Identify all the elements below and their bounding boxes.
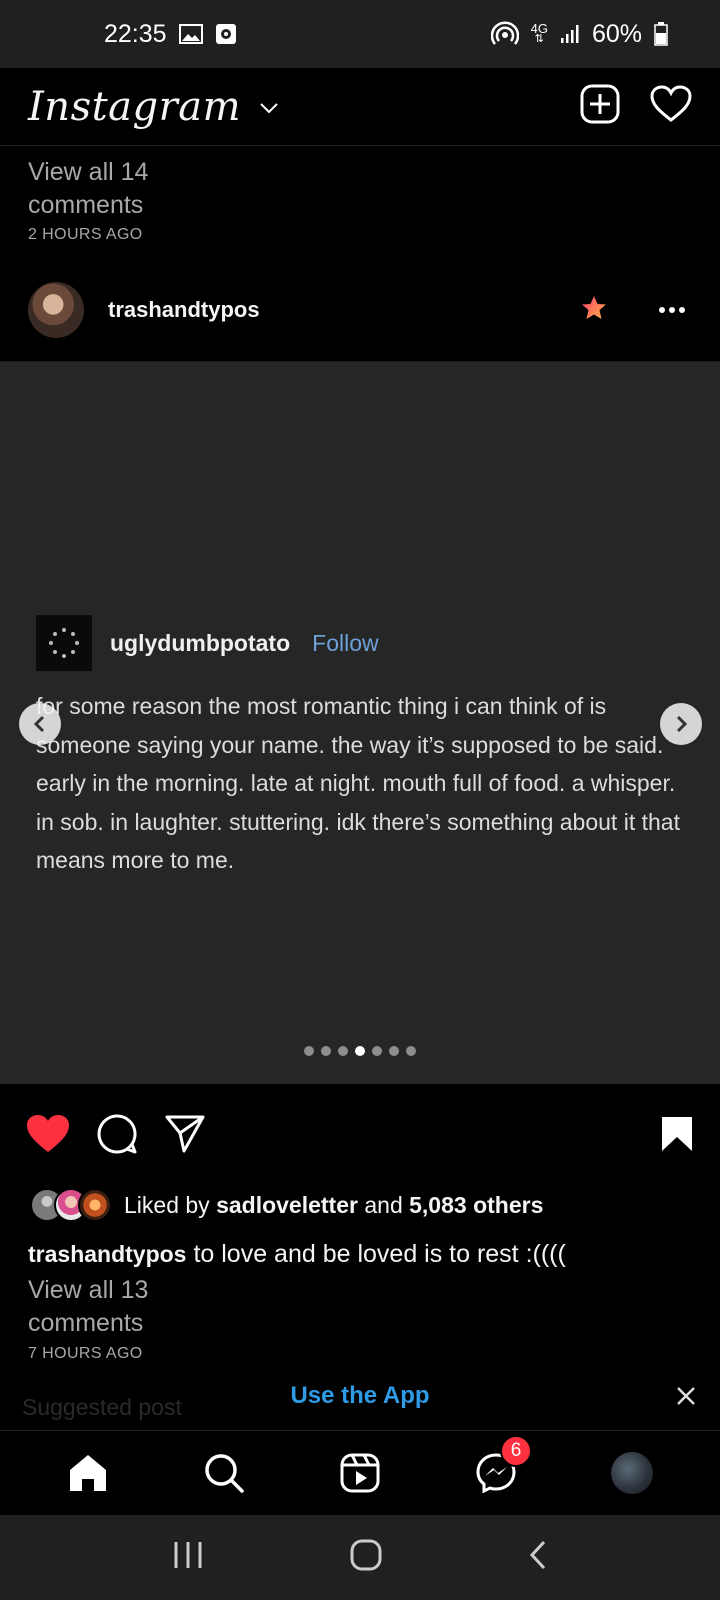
hotspot-icon	[490, 21, 519, 47]
recent-apps-icon[interactable]	[172, 1540, 204, 1575]
caption-text: to love and be loved is to rest :((((	[193, 1240, 566, 1268]
carousel-dot	[304, 1046, 314, 1056]
reels-icon[interactable]	[330, 1443, 390, 1503]
carousel-prev-button[interactable]	[19, 703, 61, 745]
liker-avatar	[78, 1188, 112, 1222]
embedded-post-text: for some reason the most romantic thing …	[36, 693, 680, 873]
carousel-dot	[372, 1046, 382, 1056]
caption-username[interactable]: trashandtypos	[28, 1241, 186, 1267]
chevron-right-icon	[676, 715, 688, 733]
close-icon[interactable]	[676, 1386, 696, 1411]
carousel-dot	[338, 1046, 348, 1056]
view-comments-link[interactable]: View all 13 comments	[28, 1274, 208, 1340]
chevron-left-icon	[33, 715, 45, 733]
post-time: 7 HOURS AGO	[28, 1345, 143, 1362]
carousel-dot	[355, 1046, 365, 1056]
embedded-username: uglydumbpotato	[110, 629, 291, 656]
post-actions	[0, 1084, 720, 1188]
carousel-next-button[interactable]	[660, 703, 702, 745]
system-navigation-bar	[0, 1515, 720, 1600]
gallery-icon	[178, 24, 203, 44]
post-image-carousel[interactable]: uglydumbpotato Follow for some reason th…	[0, 362, 720, 1084]
likes-prefix: Liked by	[124, 1191, 210, 1218]
home-icon[interactable]	[58, 1443, 118, 1503]
view-comments-link[interactable]: View all 14 comments	[28, 156, 208, 222]
carousel-dot	[389, 1046, 399, 1056]
likes-user[interactable]: sadloveletter	[216, 1192, 358, 1218]
carousel-dot	[321, 1046, 331, 1056]
embedded-avatar	[36, 615, 92, 671]
likes-count[interactable]: 5,083 others	[409, 1192, 543, 1218]
search-icon[interactable]	[194, 1443, 254, 1503]
profile-tab[interactable]	[602, 1443, 662, 1503]
profile-avatar	[611, 1452, 653, 1494]
likes-text: Liked by sadloveletter and 5,083 others	[124, 1192, 543, 1219]
likes-row[interactable]: Liked by sadloveletter and 5,083 others	[30, 1188, 543, 1222]
carousel-dot	[406, 1046, 416, 1056]
use-the-app-link[interactable]: Use the App	[0, 1382, 720, 1410]
home-button-icon[interactable]	[349, 1538, 383, 1577]
carousel-indicator	[0, 1046, 720, 1056]
activity-heart-icon[interactable]	[650, 85, 692, 128]
app-bar: Instagram	[0, 68, 720, 146]
status-bar: 22:35 4G ⇅ 60%	[0, 0, 720, 68]
bottom-nav: 6	[0, 1430, 720, 1515]
like-heart-icon[interactable]	[26, 1114, 70, 1159]
chevron-down-icon[interactable]	[259, 101, 279, 119]
post-time: 2 HOURS AGO	[28, 226, 143, 243]
embedded-follow-label: Follow	[312, 629, 379, 656]
avatar[interactable]	[28, 282, 84, 338]
back-icon[interactable]	[528, 1539, 548, 1576]
signal-icon	[560, 24, 580, 44]
previous-post-footer: View all 14 comments 2 HOURS AGO trashan…	[0, 146, 720, 362]
messenger-badge: 6	[500, 1435, 532, 1467]
new-post-icon[interactable]	[580, 84, 620, 129]
favorite-star-icon	[580, 294, 608, 327]
instagram-logo[interactable]: Instagram	[28, 84, 241, 130]
post-caption: trashandtypos to love and be loved is to…	[28, 1240, 708, 1269]
likes-middle: and	[364, 1191, 403, 1218]
embedded-post-header: uglydumbpotato Follow	[36, 615, 379, 671]
battery-icon	[654, 22, 668, 46]
post-header: trashandtypos	[0, 274, 720, 346]
battery-percent: 60%	[591, 19, 642, 48]
share-send-icon[interactable]	[164, 1114, 206, 1159]
screen-record-icon	[215, 23, 237, 45]
post-username[interactable]: trashandtypos	[108, 297, 260, 323]
status-time: 22:35	[104, 19, 167, 48]
messenger-icon[interactable]: 6	[466, 1435, 532, 1503]
more-options-icon[interactable]	[658, 301, 686, 319]
comment-icon[interactable]	[96, 1113, 138, 1160]
bookmark-icon[interactable]	[660, 1115, 694, 1158]
network-type: 4G ⇅	[530, 21, 548, 45]
